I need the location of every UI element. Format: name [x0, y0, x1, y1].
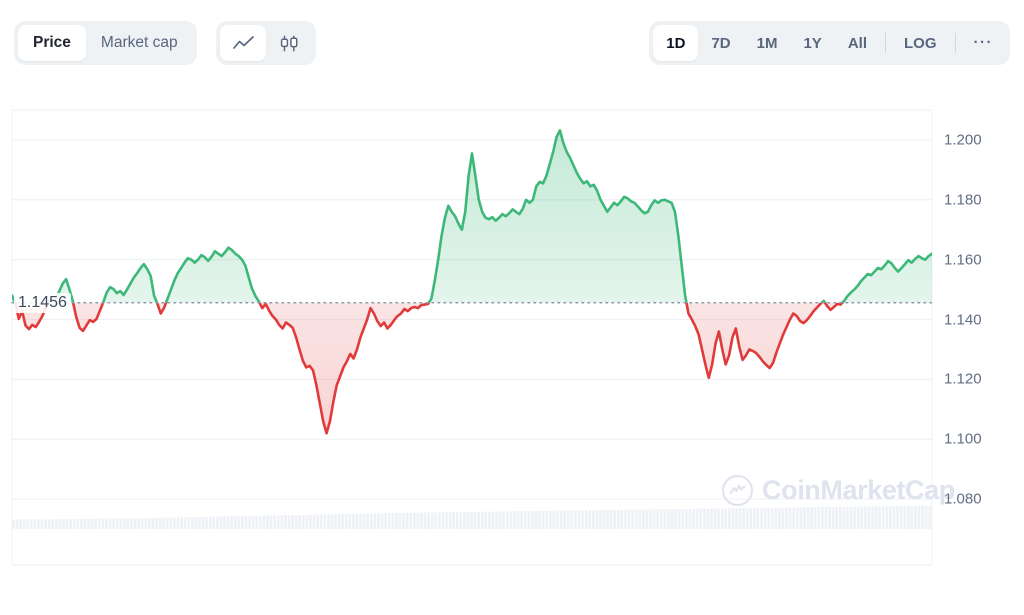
price-area-fill	[12, 130, 932, 434]
y-axis-tick-label: 1.100	[944, 430, 982, 448]
tab-price[interactable]: Price	[18, 25, 86, 61]
y-axis-tick-label: 1.080	[944, 490, 982, 508]
reference-price-label: 1.1456	[14, 292, 71, 313]
chart-toolbar: Price Market cap 1D 7D 1M 1Y All LOG ···	[0, 0, 1024, 86]
range-all[interactable]: All	[835, 25, 880, 61]
metric-tab-group: Price Market cap	[14, 21, 197, 65]
y-axis-tick-label: 1.160	[944, 251, 982, 269]
candlestick-chart-icon	[279, 35, 300, 52]
y-axis-tick-label: 1.200	[944, 131, 982, 149]
y-axis-tick-label: 1.140	[944, 311, 982, 328]
y-axis-tick-label: 1.180	[944, 191, 982, 209]
more-options-button[interactable]: ···	[961, 25, 1007, 61]
chart-type-group	[216, 21, 316, 65]
price-chart[interactable]: CoinMarketCap 1.200 1.180 1.160 1.140 1.120 1…	[0, 86, 1024, 615]
range-1m[interactable]: 1M	[744, 25, 791, 61]
line-chart-icon	[232, 35, 254, 51]
range-7d[interactable]: 7D	[698, 25, 743, 61]
time-range-group: 1D 7D 1M 1Y All LOG ···	[649, 21, 1010, 65]
volume-bars	[12, 505, 932, 529]
chart-type-line-button[interactable]	[220, 25, 266, 61]
tab-market-cap[interactable]: Market cap	[86, 25, 193, 61]
range-1d[interactable]: 1D	[653, 25, 699, 61]
range-1y[interactable]: 1Y	[790, 25, 834, 61]
toolbar-divider-1	[885, 33, 886, 53]
y-axis-tick-label: 1.120	[944, 370, 982, 388]
price-chart-canvas[interactable]	[0, 86, 1024, 615]
log-scale-button[interactable]: LOG	[891, 25, 950, 61]
chart-type-candlestick-button[interactable]	[266, 25, 312, 61]
toolbar-divider-2	[954, 33, 956, 53]
